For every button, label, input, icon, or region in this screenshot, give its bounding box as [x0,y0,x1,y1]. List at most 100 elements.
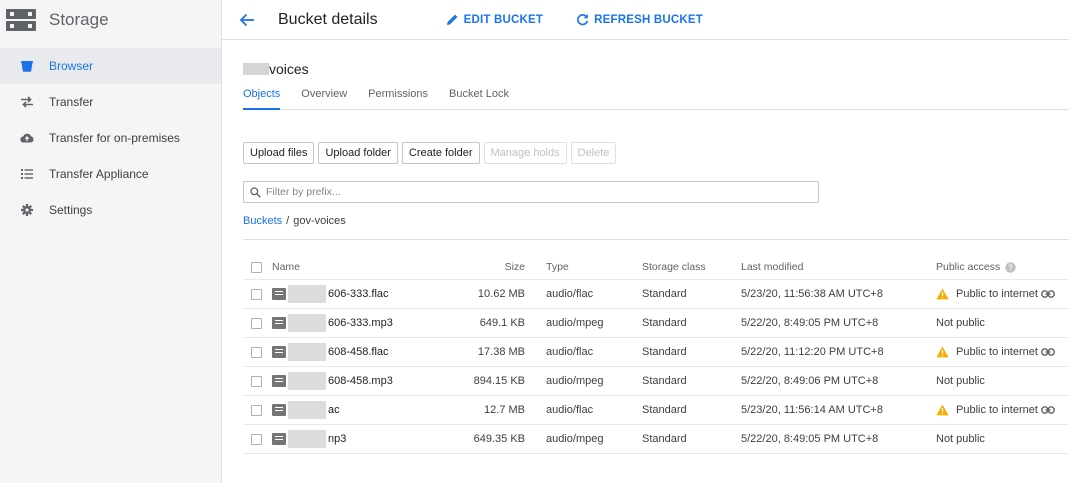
file-name-link[interactable]: 606-333.flac [328,288,389,300]
row-checkbox-cell [251,396,263,424]
filter-box [243,181,819,203]
row-checkbox-cell [251,425,263,453]
sidebar-item-transfer-appliance[interactable]: Transfer Appliance [0,156,221,192]
refresh-icon [577,14,589,26]
row-checkbox-cell [251,309,263,337]
table-row[interactable]: 606-333.flac 10.62 MB audio/flac Standar… [243,280,1069,309]
sidebar-item-label: Transfer for on-premises [49,131,180,145]
breadcrumb-separator: / [286,215,290,227]
sidebar: Storage Browser Transfer Transfer for on… [0,0,222,483]
upload-folder-button[interactable]: Upload folder [318,142,398,164]
tab-permissions[interactable]: Permissions [368,88,428,110]
last-modified-cell: 5/22/20, 8:49:05 PM UTC+8 [741,317,879,329]
search-icon [250,186,261,198]
file-name-link[interactable]: ac [328,404,340,416]
header-storage-class[interactable]: Storage class [642,255,732,279]
table-row[interactable]: 606-333.mp3 649.1 KB audio/mpeg Standard… [243,309,1069,338]
back-arrow-icon[interactable] [238,11,258,29]
redacted-block [288,430,326,448]
delete-button[interactable]: Delete [570,142,617,164]
tab-objects[interactable]: Objects [243,88,281,110]
type-cell: audio/mpeg [546,317,604,329]
refresh-bucket-label: REFRESH BUCKET [594,13,703,26]
tab-overview[interactable]: Overview [301,88,347,110]
row-checkbox[interactable] [251,288,262,300]
file-name-link[interactable]: 608-458.flac [328,346,389,358]
sidebar-item-settings[interactable]: Settings [0,192,221,228]
redacted-block [288,401,326,419]
row-checkbox[interactable] [251,346,262,358]
sidebar-item-transfer-on-premises[interactable]: Transfer for on-premises [0,120,221,156]
sidebar-item-browser[interactable]: Browser [0,48,221,84]
storage-class-cell: Standard [642,404,687,416]
public-access-text: Public to internet [956,346,1038,358]
link-icon[interactable] [1041,289,1055,299]
warning-icon [936,346,949,358]
row-checkbox[interactable] [251,317,262,329]
size-cell: 10.62 MB [477,288,525,300]
storage-class-cell: Standard [642,375,687,387]
warning-icon [936,404,949,416]
header-size[interactable]: Size [433,255,525,279]
row-checkbox[interactable] [251,404,262,416]
refresh-bucket-button[interactable]: REFRESH BUCKET [576,13,703,26]
sidebar-header: Storage [0,0,221,40]
public-access-text: Public to internet [956,404,1038,416]
warning-icon [936,288,949,300]
size-cell: 649.35 KB [473,433,525,445]
bucket-name: voices [243,61,309,77]
row-checkbox[interactable] [251,433,262,445]
file-name-link[interactable]: 608-458.mp3 [328,375,393,387]
last-modified-cell: 5/22/20, 8:49:06 PM UTC+8 [741,375,879,387]
header-public-access: Public access ? [936,255,1069,279]
storage-class-cell: Standard [642,288,687,300]
edit-bucket-label: EDIT BUCKET [463,13,544,26]
redacted-block [243,63,269,75]
sidebar-item-label: Transfer Appliance [49,167,149,181]
upload-files-button[interactable]: Upload files [243,142,315,164]
tab-bucket-lock[interactable]: Bucket Lock [449,88,509,110]
table-row[interactable]: 608-458.flac 17.38 MB audio/flac Standar… [243,338,1069,367]
header-last-modified[interactable]: Last modified [741,255,921,279]
public-access-text: Not public [936,317,985,329]
help-icon[interactable]: ? [1005,261,1016,273]
sidebar-item-label: Transfer [49,95,94,109]
file-name-link[interactable]: np3 [328,433,346,445]
breadcrumb-current: gov-voices [293,215,346,227]
link-icon[interactable] [1041,347,1055,357]
filter-input[interactable] [266,186,806,198]
last-modified-cell: 5/23/20, 11:56:38 AM UTC+8 [741,288,883,300]
last-modified-cell: 5/23/20, 11:56:14 AM UTC+8 [741,404,883,416]
breadcrumb-buckets-link[interactable]: Buckets [243,215,282,227]
public-access-text: Not public [936,433,985,445]
table-row[interactable]: ac 12.7 MB audio/flac Standard 5/23/20, … [243,396,1069,425]
pencil-icon [446,14,458,25]
sidebar-item-label: Settings [49,203,93,217]
last-modified-cell: 5/22/20, 8:49:05 PM UTC+8 [741,433,879,445]
header-public-access-label: Public access [936,261,1001,273]
public-access-cell: Public to internet [936,338,1069,366]
public-access-cell: Public to internet [936,396,1069,424]
link-icon[interactable] [1041,405,1055,415]
file-name-link[interactable]: 606-333.mp3 [328,317,393,329]
gear-icon [0,203,49,217]
row-checkbox[interactable] [251,375,262,387]
edit-bucket-button[interactable]: EDIT BUCKET [446,13,544,26]
redacted-block [288,314,326,332]
last-modified-cell: 5/22/20, 11:12:20 PM UTC+8 [741,346,884,358]
size-cell: 17.38 MB [477,346,525,358]
header-type[interactable]: Type [546,255,636,279]
table-row[interactable]: 608-458.mp3 894.15 KB audio/mpeg Standar… [243,367,1069,396]
manage-holds-button[interactable]: Manage holds [483,142,567,164]
type-cell: audio/flac [546,346,594,358]
redacted-block [288,343,326,361]
type-cell: audio/mpeg [546,375,604,387]
select-all-checkbox[interactable] [251,261,262,273]
svg-text:?: ? [1008,263,1013,272]
file-icon [272,288,286,300]
table-row[interactable]: np3 649.35 KB audio/mpeg Standard 5/22/2… [243,425,1069,454]
top-bar: Bucket details EDIT BUCKET REFRESH BUCKE… [222,0,1069,40]
sidebar-item-transfer[interactable]: Transfer [0,84,221,120]
tab-bar: Objects Overview Permissions Bucket Lock [243,88,1069,110]
create-folder-button[interactable]: Create folder [401,142,480,164]
